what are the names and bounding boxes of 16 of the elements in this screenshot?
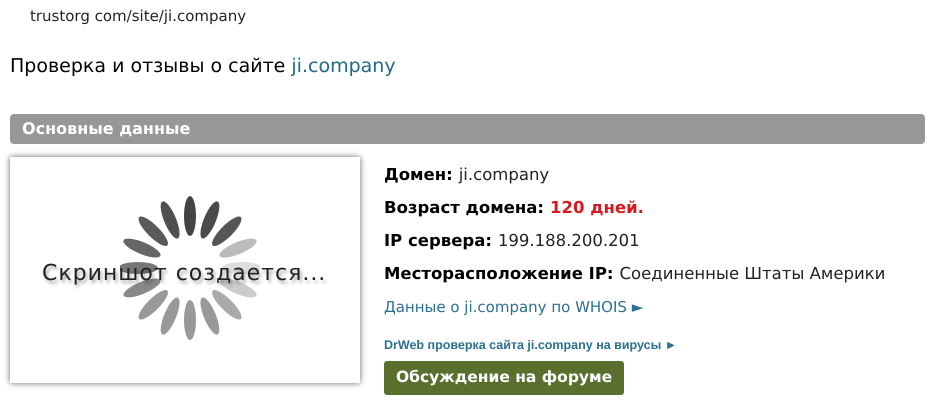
fact-label: Домен: — [384, 164, 453, 186]
fact-value: ji.company — [458, 164, 550, 186]
page-address: trustorg com/site/ji.company — [30, 7, 246, 25]
screenshot-caption: Скриншот создается... — [42, 260, 326, 288]
fact-label: Месторасположение IP: — [384, 263, 614, 286]
fact-label: Возраст домена: — [384, 197, 544, 220]
info-link[interactable]: Данные о ji.company по WHOIS ► — [384, 296, 644, 318]
site-link[interactable]: ji.company — [291, 55, 396, 77]
info-link[interactable]: DrWeb проверка сайта ji.company на вирусы ► — [384, 336, 678, 354]
section-title: Основные данные — [22, 118, 190, 140]
fact-label: IP сервера: — [384, 230, 492, 252]
page-heading: Проверка и отзывы о сайте ji.company — [9, 54, 397, 79]
fact-value: 120 дней. — [550, 197, 644, 220]
fact-value: 199.188.200.201 — [498, 230, 640, 252]
fact-value: Соединенные Штаты Америки — [620, 263, 886, 286]
forum-button[interactable]: Обсуждение на форуме — [384, 361, 624, 395]
